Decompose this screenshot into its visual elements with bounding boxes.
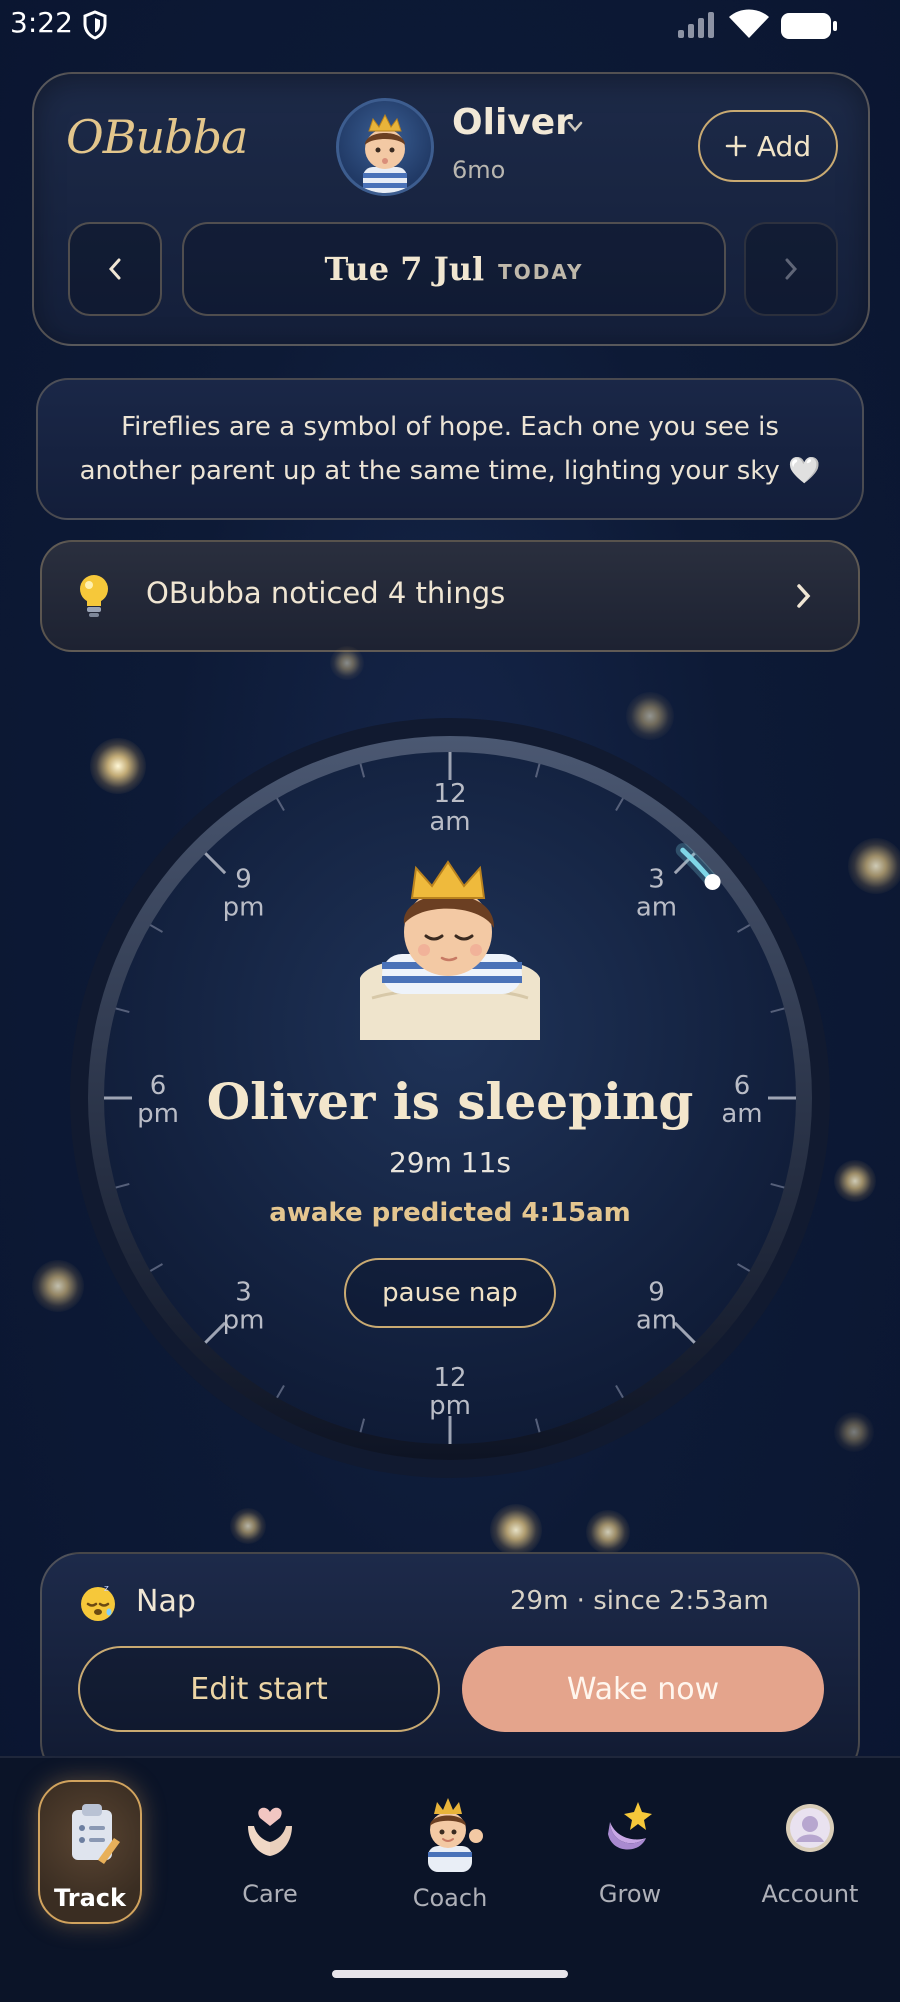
firefly xyxy=(834,1160,876,1202)
child-name[interactable]: Oliver xyxy=(452,102,573,143)
chevron-right-icon xyxy=(785,258,798,280)
tab-grow[interactable]: Grow xyxy=(560,1780,700,1920)
svg-text:z: z xyxy=(104,1584,109,1594)
hands-heart-icon xyxy=(248,1807,292,1856)
firefly xyxy=(848,838,900,894)
baby-coach-icon xyxy=(428,1798,483,1872)
insights-banner[interactable]: OBubba noticed 4 things xyxy=(40,540,860,652)
sleepy-face-icon: z xyxy=(81,1584,115,1621)
clipboard-icon xyxy=(72,1804,120,1864)
status-time: 3:22 xyxy=(10,6,73,39)
chevron-down-icon[interactable] xyxy=(566,120,584,134)
tab-coach-label: Coach xyxy=(412,1884,488,1912)
tab-grow-label: Grow xyxy=(598,1880,662,1908)
tab-coach[interactable]: Coach xyxy=(380,1780,520,1920)
previous-day-button[interactable] xyxy=(68,222,162,316)
tab-care-label: Care xyxy=(242,1880,298,1908)
tab-track-label: Track xyxy=(54,1884,126,1912)
current-date: Tue 7 Jul xyxy=(324,250,485,288)
moon-star-icon xyxy=(608,1802,652,1850)
wake-now-button[interactable]: Wake now xyxy=(462,1646,824,1732)
tab-care[interactable]: Care xyxy=(200,1780,340,1920)
home-indicator[interactable] xyxy=(332,1970,568,1978)
status-bar: 3:22 xyxy=(0,0,900,52)
wake-prediction: awake predicted 4:15am xyxy=(269,1198,631,1228)
today-label: TODAY xyxy=(498,260,584,284)
plus-icon xyxy=(725,135,747,157)
edit-start-button[interactable]: Edit start xyxy=(78,1646,440,1732)
firefly xyxy=(230,1508,266,1544)
add-button[interactable]: Add xyxy=(698,110,838,182)
firefly xyxy=(490,1504,542,1556)
battery-icon xyxy=(781,13,837,39)
tab-track[interactable]: Track xyxy=(38,1780,142,1924)
shield-icon xyxy=(83,10,107,40)
firefly-quote: Fireflies are a symbol of hope. Each one… xyxy=(36,378,864,520)
baby-avatar-icon xyxy=(363,113,407,193)
wifi-icon xyxy=(729,9,769,38)
child-age: 6mo xyxy=(452,156,506,184)
child-avatar[interactable] xyxy=(336,98,434,196)
next-day-button[interactable] xyxy=(744,222,838,316)
sleeping-baby-icon xyxy=(360,860,540,1040)
sleep-arc-handle[interactable] xyxy=(704,873,721,890)
clock-hour-label: 12 am xyxy=(429,779,470,837)
lightbulb-icon xyxy=(80,575,108,617)
tab-account[interactable]: Account xyxy=(740,1780,880,1920)
sleep-status-title: Oliver is sleeping xyxy=(206,1072,694,1131)
chevron-right-icon xyxy=(797,584,811,608)
tab-account-label: Account xyxy=(761,1880,859,1908)
signal-icon xyxy=(678,12,714,38)
firefly xyxy=(834,1412,874,1452)
date-selector[interactable]: Tue 7 Jul TODAY xyxy=(182,222,726,316)
firefly xyxy=(586,1510,630,1554)
pause-nap-button[interactable]: pause nap xyxy=(344,1258,556,1328)
nap-label: Nap xyxy=(136,1584,196,1619)
add-button-label: Add xyxy=(756,129,812,163)
nap-card: z Nap 29m · since 2:53am Edit start Wake… xyxy=(40,1552,860,1782)
app-logo: OBubba xyxy=(66,110,248,164)
clock-hour-label: 12 pm xyxy=(429,1363,471,1421)
firefly xyxy=(330,646,364,680)
chevron-left-icon xyxy=(108,258,121,280)
nap-meta: 29m · since 2:53am xyxy=(510,1586,769,1616)
insights-text: OBubba noticed 4 things xyxy=(146,576,506,610)
sleep-elapsed: 29m 11s xyxy=(388,1146,512,1179)
account-avatar-icon xyxy=(786,1804,834,1852)
